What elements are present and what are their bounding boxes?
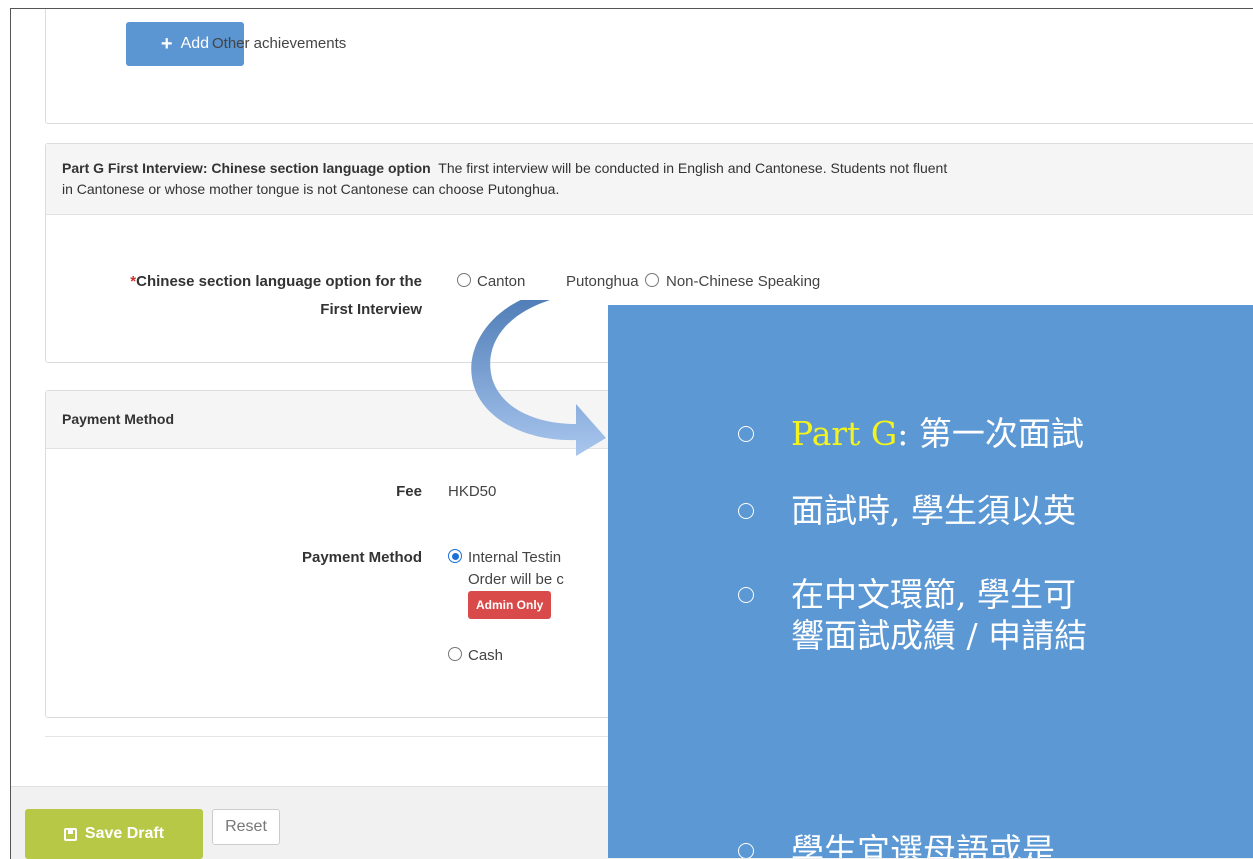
payment-option-internal[interactable]: Internal Testin Order will be c Admin On…: [448, 547, 564, 619]
slide-overlay: Part G: 第一次面試 面試時, 學生須以英 在中文環節, 學生可 響面試成…: [608, 305, 1253, 858]
add-button-label: Add: [180, 35, 210, 52]
part-g-description-1: The first interview will be conducted in…: [438, 160, 948, 176]
language-option-label: *Chinese section language option for the…: [130, 273, 422, 318]
hollow-circle-icon: [738, 843, 754, 858]
admin-only-badge: Admin Only: [468, 591, 552, 619]
hollow-circle-icon: [738, 503, 754, 519]
reset-button[interactable]: Reset: [212, 809, 280, 845]
radio-cantonese[interactable]: Canton: [457, 273, 525, 290]
hollow-circle-icon: [738, 426, 754, 442]
payment-title: Payment Method: [62, 411, 175, 427]
floppy-disk-icon: [63, 827, 77, 841]
part-g-description-2: in Cantonese or whose mother tongue is n…: [62, 181, 560, 197]
part-g-header: Part G First Interview: Chinese section …: [46, 144, 1253, 215]
fee-value: HKD50: [448, 483, 497, 500]
fee-label: Fee: [396, 483, 422, 500]
payment-method-label: Payment Method: [301, 549, 422, 566]
payment-option-internal-note: Order will be c: [468, 571, 564, 588]
radio-circle-icon: [457, 273, 471, 287]
curved-arrow-icon: [471, 300, 606, 456]
save-draft-button[interactable]: Save Draft: [25, 809, 203, 859]
radio-non-chinese[interactable]: Non-Chinese Speaking: [666, 271, 820, 293]
part-g-highlight: Part G: [791, 414, 898, 453]
radio-checked-icon: [448, 549, 462, 563]
hollow-circle-icon: [738, 587, 754, 603]
other-achievements-caption: Other achievements: [212, 35, 347, 52]
save-draft-label: Save Draft: [84, 825, 165, 842]
language-option-label-2: First Interview: [320, 301, 422, 318]
payment-option-cash[interactable]: Cash: [448, 645, 503, 667]
plus-icon: +: [160, 33, 173, 55]
radio-putonghua[interactable]: Putonghua: [566, 271, 665, 293]
radio-circle-icon: [448, 647, 462, 661]
achievements-card: + Add Other achievements: [45, 9, 1253, 124]
part-g-title: Part G First Interview: Chinese section …: [62, 160, 431, 176]
radio-circle-icon: [644, 273, 659, 287]
language-radio-group: Canton Putonghua Non-Chinese Speaking: [457, 271, 820, 293]
